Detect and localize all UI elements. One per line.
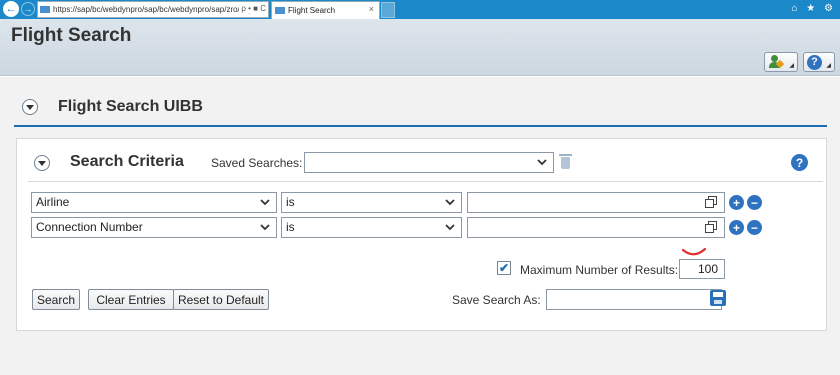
page-title: Flight Search bbox=[11, 25, 132, 46]
user-settings-icon bbox=[768, 55, 785, 69]
site-favicon-icon bbox=[40, 6, 50, 13]
delete-saved-search-icon[interactable] bbox=[559, 153, 572, 170]
tab-favicon-icon bbox=[275, 7, 285, 14]
save-icon[interactable] bbox=[710, 290, 726, 306]
uibb-title: Flight Search UIBB bbox=[58, 98, 203, 115]
max-results-label: Maximum Number of Results: bbox=[520, 263, 679, 277]
address-tools-icon[interactable]: ρ • ■ C bbox=[239, 4, 266, 13]
dropdown-caret-icon: ◢ bbox=[789, 63, 794, 69]
max-results-checkbox[interactable]: ✔ bbox=[497, 261, 511, 275]
criteria-field-value: Connection Number bbox=[36, 220, 143, 234]
chevron-down-icon bbox=[445, 224, 455, 231]
forward-arrow-icon[interactable]: → bbox=[21, 2, 35, 16]
checkmark-icon: ✔ bbox=[498, 261, 510, 275]
saved-searches-dropdown[interactable] bbox=[304, 152, 554, 173]
criteria-field-value: Airline bbox=[36, 195, 70, 209]
add-row-button[interactable]: + bbox=[729, 195, 744, 210]
tab-title: Flight Search bbox=[288, 6, 336, 15]
browser-toolbar: ← → https://sap/bc/webdynpro/sap/bc/webd… bbox=[0, 0, 840, 19]
criteria-operator-value: is bbox=[286, 195, 295, 209]
add-row-button[interactable]: + bbox=[729, 220, 744, 235]
max-results-input[interactable]: 100 bbox=[679, 259, 725, 279]
criteria-value-input[interactable] bbox=[467, 217, 725, 238]
app-header: Flight Search ◢ ? ◢ bbox=[0, 19, 840, 76]
annotation-mark bbox=[682, 248, 706, 256]
save-search-label: Save Search As: bbox=[452, 293, 541, 307]
chevron-down-icon bbox=[260, 199, 270, 206]
criteria-operator-value: is bbox=[286, 220, 295, 234]
section-divider bbox=[14, 125, 827, 127]
new-tab-button[interactable] bbox=[381, 2, 395, 18]
search-button[interactable]: Search bbox=[32, 289, 80, 310]
panel-divider bbox=[28, 181, 823, 182]
saved-searches-label: Saved Searches: bbox=[211, 156, 303, 170]
back-arrow-icon[interactable]: ← bbox=[3, 1, 19, 17]
value-help-icon[interactable] bbox=[705, 221, 718, 234]
collapse-uibb-icon[interactable] bbox=[22, 99, 38, 115]
criteria-field-select[interactable]: Connection Number bbox=[31, 217, 277, 238]
value-help-icon[interactable] bbox=[705, 196, 718, 209]
remove-row-button[interactable]: − bbox=[747, 195, 762, 210]
criteria-operator-select[interactable]: is bbox=[281, 217, 462, 238]
personalize-button[interactable]: ◢ bbox=[764, 52, 798, 72]
remove-row-button[interactable]: − bbox=[747, 220, 762, 235]
chevron-down-icon bbox=[537, 159, 547, 166]
help-icon[interactable]: ? bbox=[791, 154, 808, 171]
address-bar[interactable]: https://sap/bc/webdynpro/sap/bc/webdynpr… bbox=[37, 1, 269, 18]
search-criteria-title: Search Criteria bbox=[70, 153, 184, 170]
content-area: Flight Search UIBB Search Criteria Saved… bbox=[0, 77, 840, 375]
criteria-value-input[interactable] bbox=[467, 192, 725, 213]
reset-to-default-button[interactable]: Reset to Default bbox=[173, 289, 269, 310]
collapse-search-criteria-icon[interactable] bbox=[34, 155, 50, 171]
chevron-down-icon bbox=[445, 199, 455, 206]
chevron-down-icon bbox=[260, 224, 270, 231]
save-search-input[interactable] bbox=[546, 289, 722, 310]
criteria-operator-select[interactable]: is bbox=[281, 192, 462, 213]
clear-entries-button[interactable]: Clear Entries bbox=[88, 289, 174, 310]
help-icon: ? bbox=[807, 54, 822, 70]
browser-tab-flight-search[interactable]: Flight Search × bbox=[271, 1, 380, 19]
tab-close-icon[interactable]: × bbox=[369, 4, 374, 14]
browser-home-favorites-settings-icon[interactable]: ⌂ ★ ⚙ bbox=[791, 3, 836, 14]
address-url: https://sap/bc/webdynpro/sap/bc/webdynpr… bbox=[53, 5, 264, 14]
dropdown-caret-icon: ◢ bbox=[826, 63, 831, 69]
help-menu-button[interactable]: ? ◢ bbox=[803, 52, 835, 72]
criteria-field-select[interactable]: Airline bbox=[31, 192, 277, 213]
